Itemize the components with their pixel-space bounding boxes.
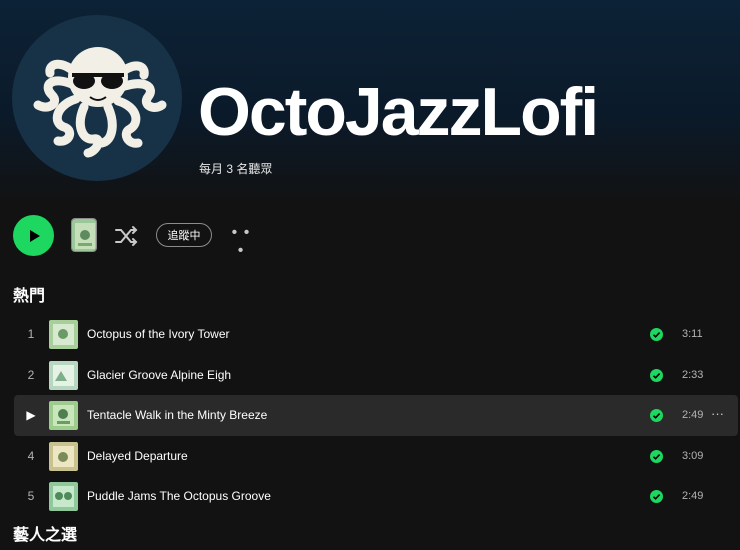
- album-art-icon: [49, 320, 78, 349]
- shuffle-icon: [115, 226, 138, 246]
- check-icon[interactable]: [650, 328, 663, 341]
- track-thumbnail: [49, 320, 78, 349]
- track-row[interactable]: 5 Puddle Jams The Octopus Groove 2:49: [14, 476, 738, 517]
- artist-pick-section-title: 藝人之選: [13, 527, 78, 544]
- track-duration: 3:09: [682, 449, 704, 462]
- track-title[interactable]: Octopus of the Ivory Tower: [87, 314, 230, 354]
- octopus-avatar-icon: [17, 18, 177, 178]
- album-art-icon: [49, 482, 78, 511]
- artist-header: OctoJazzLofi 每月 3 名聽眾: [0, 0, 740, 205]
- play-button[interactable]: [13, 215, 54, 256]
- track-thumbnail: [49, 441, 78, 471]
- play-icon[interactable]: ▶: [24, 395, 38, 435]
- track-row-active[interactable]: ▶ Tentacle Walk in the Minty Breeze 2:49…: [14, 395, 738, 436]
- check-icon[interactable]: [650, 409, 663, 422]
- track-duration: 2:33: [682, 368, 704, 381]
- track-row[interactable]: 1 Octopus of the Ivory Tower 3:11: [14, 314, 738, 355]
- track-row[interactable]: 4 Delayed Departure 3:09: [14, 436, 738, 477]
- track-duration: 3:11: [682, 328, 703, 340]
- track-title[interactable]: Tentacle Walk in the Minty Breeze: [87, 395, 267, 435]
- track-thumbnail: [49, 482, 78, 511]
- monthly-listeners: 每月 3 名聽眾: [199, 162, 273, 176]
- album-art-icon: [49, 441, 78, 471]
- shuffle-button[interactable]: [114, 224, 140, 248]
- check-icon[interactable]: [650, 368, 663, 382]
- check-icon[interactable]: [650, 449, 663, 463]
- artist-pick-thumbnail-button[interactable]: [71, 218, 97, 252]
- track-number: 4: [27, 448, 35, 463]
- track-list: 1 Octopus of the Ivory Tower 3:11 2 Glac…: [14, 314, 738, 517]
- popular-section-title: 熱門: [13, 288, 46, 305]
- track-more-icon[interactable]: ···: [711, 395, 724, 433]
- album-art-icon: [49, 360, 78, 390]
- check-icon[interactable]: [650, 490, 663, 503]
- more-options-icon[interactable]: • • •: [229, 224, 253, 259]
- track-duration: 2:49: [682, 409, 704, 421]
- album-art-icon: [49, 401, 78, 430]
- artist-avatar: [12, 15, 182, 181]
- track-duration: 2:49: [682, 490, 704, 502]
- track-number: 1: [27, 327, 35, 341]
- track-number: 5: [27, 489, 35, 503]
- play-icon: [29, 229, 40, 242]
- track-thumbnail: [49, 401, 78, 430]
- follow-button[interactable]: 追蹤中: [156, 223, 212, 247]
- track-row[interactable]: 2 Glacier Groove Alpine Eigh 2:33: [14, 355, 738, 396]
- track-thumbnail: [49, 360, 78, 390]
- track-title[interactable]: Glacier Groove Alpine Eigh: [87, 355, 231, 395]
- action-bar: 追蹤中 • • •: [0, 210, 740, 262]
- track-title[interactable]: Puddle Jams The Octopus Groove: [87, 476, 271, 516]
- track-number: 2: [27, 367, 35, 382]
- track-title[interactable]: Delayed Departure: [87, 436, 188, 476]
- artist-name: OctoJazzLofi: [198, 74, 599, 150]
- album-art-icon: [72, 219, 96, 251]
